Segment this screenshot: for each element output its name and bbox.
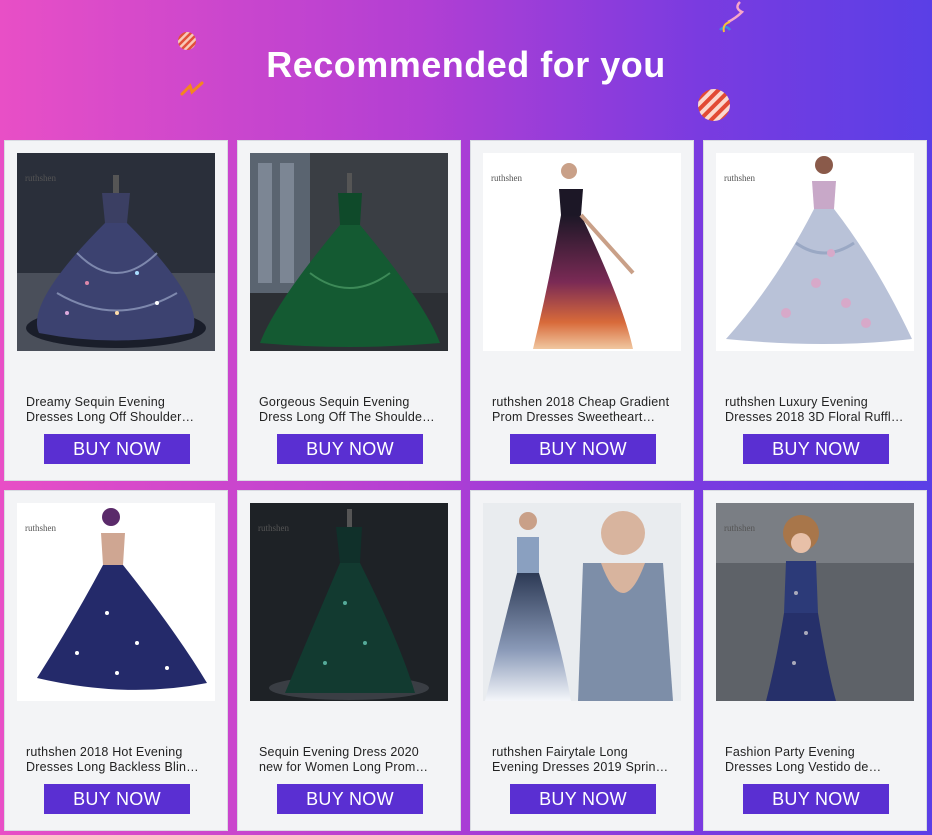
buy-now-button[interactable]: BUY NOW [510, 434, 656, 464]
watermark: ruthshen [724, 173, 755, 183]
product-name[interactable]: ruthshen Fairytale Long Evening Dresses … [492, 745, 678, 775]
product-image[interactable]: ruthshen [250, 503, 448, 701]
page-title: Recommended for you [266, 44, 666, 85]
product-image[interactable] [483, 503, 681, 701]
product-card[interactable]: ruthshen Dreamy Sequin Evening Dresses L… [4, 140, 228, 481]
product-card[interactable]: ruthshen Fashion Party Evening Dresses L… [703, 490, 927, 831]
product-card[interactable]: Gorgeous Sequin Evening Dress Long Off T… [237, 140, 461, 481]
product-image[interactable]: ruthshen [716, 503, 914, 701]
product-name[interactable]: Sequin Evening Dress 2020 new for Women … [259, 745, 445, 775]
buy-now-button[interactable]: BUY NOW [743, 434, 889, 464]
watermark: ruthshen [25, 173, 56, 183]
product-grid: ruthshen Dreamy Sequin Evening Dresses L… [4, 140, 928, 831]
product-image[interactable]: ruthshen [17, 153, 215, 351]
header-banner: Recommended for you [0, 0, 932, 138]
buy-now-button[interactable]: BUY NOW [743, 784, 889, 814]
product-card[interactable]: ruthshen Fairytale Long Evening Dresses … [470, 490, 694, 831]
product-name[interactable]: ruthshen 2018 Cheap Gradient Prom Dresse… [492, 395, 678, 425]
product-card[interactable]: ruthshen ruthshen 2018 Hot Evening Dress… [4, 490, 228, 831]
product-image[interactable] [250, 153, 448, 351]
product-name[interactable]: Gorgeous Sequin Evening Dress Long Off T… [259, 395, 445, 425]
product-name[interactable]: ruthshen 2018 Hot Evening Dresses Long B… [26, 745, 212, 775]
product-name[interactable]: Dreamy Sequin Evening Dresses Long Off S… [26, 395, 212, 425]
buy-now-button[interactable]: BUY NOW [44, 784, 190, 814]
product-card[interactable]: ruthshen ruthshen Luxury Evening Dresses… [703, 140, 927, 481]
watermark: ruthshen [491, 173, 522, 183]
product-name[interactable]: Fashion Party Evening Dresses Long Vesti… [725, 745, 911, 775]
buy-now-button[interactable]: BUY NOW [277, 784, 423, 814]
watermark: ruthshen [25, 523, 56, 533]
product-card[interactable]: ruthshen Sequin Evening Dress 2020 new f… [237, 490, 461, 831]
watermark: ruthshen [258, 523, 289, 533]
striped-ball-icon [698, 89, 730, 121]
buy-now-button[interactable]: BUY NOW [44, 434, 190, 464]
buy-now-button[interactable]: BUY NOW [510, 784, 656, 814]
product-image[interactable]: ruthshen [483, 153, 681, 351]
watermark: ruthshen [724, 523, 755, 533]
curly-ribbon-icon [719, 1, 745, 33]
product-card[interactable]: ruthshen ruthshen 2018 Cheap Gradient Pr… [470, 140, 694, 481]
buy-now-button[interactable]: BUY NOW [277, 434, 423, 464]
product-image[interactable]: ruthshen [716, 153, 914, 351]
product-name[interactable]: ruthshen Luxury Evening Dresses 2018 3D … [725, 395, 911, 425]
product-image[interactable]: ruthshen [17, 503, 215, 701]
